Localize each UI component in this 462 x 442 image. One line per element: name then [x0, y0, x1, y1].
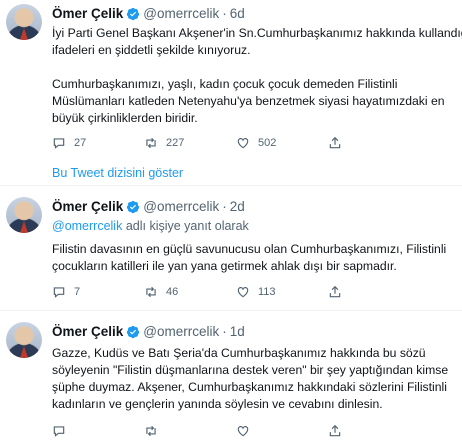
- retweet-icon: [146, 137, 156, 149]
- tweet-2[interactable]: Ömer Çelik @omerrcelik · 2d @omerrcelik …: [0, 187, 462, 311]
- author-name[interactable]: Ömer Çelik: [52, 324, 123, 339]
- verified-badge-icon: [127, 200, 140, 213]
- show-thread-link[interactable]: Bu Tweet dizisini göster: [52, 166, 183, 180]
- retweet-count: 227: [166, 137, 185, 149]
- avatar[interactable]: [6, 197, 42, 233]
- reply-icon: [53, 138, 65, 149]
- tweet-header: Ömer Çelik @omerrcelik · 1d: [52, 324, 245, 339]
- tweet-line: Gazze, Kudüs ve Batı Şeria'da Cumhurbaşk…: [52, 346, 426, 360]
- author-handle[interactable]: @omerrcelik: [143, 324, 219, 339]
- replying-to: @omerrcelik adlı kişiye yanıt olarak: [52, 219, 249, 233]
- tweet-line: büyük çirkinliklerden biridir.: [52, 111, 198, 125]
- tweet-line: kadınların ve gençlerin yanında söylesin…: [52, 397, 383, 411]
- tweet-actions: [52, 424, 350, 438]
- tweet-time[interactable]: 6d: [230, 6, 245, 21]
- like-count: 113: [258, 286, 276, 298]
- share-icon: [329, 424, 341, 437]
- tweet-line: çocukların katilleri ile yan yana getirm…: [52, 259, 397, 273]
- author-name[interactable]: Ömer Çelik: [52, 199, 123, 214]
- reply-button[interactable]: 27: [52, 136, 144, 150]
- retweet-button[interactable]: 227: [144, 136, 236, 150]
- tweet-time[interactable]: 1d: [230, 324, 245, 339]
- author-handle[interactable]: @omerrcelik: [143, 6, 219, 21]
- separator-dot: ·: [222, 199, 227, 214]
- tweet-line: ifadeleri en şiddetli şekilde kınıyoruz.: [52, 43, 251, 57]
- author-name[interactable]: Ömer Çelik: [52, 6, 123, 21]
- retweet-button[interactable]: [144, 424, 236, 438]
- replying-text: adlı kişiye yanıt olarak: [122, 219, 249, 233]
- tweet-line: Müslümanları katleden Netenyahu'ya benze…: [52, 94, 445, 108]
- share-icon: [329, 136, 341, 149]
- like-button[interactable]: 502: [236, 136, 328, 150]
- share-icon: [329, 285, 341, 298]
- tweet-line: Filistin davasının en güçlü savunucusu o…: [52, 242, 447, 256]
- like-button[interactable]: 113: [236, 285, 328, 299]
- verified-badge-icon: [127, 7, 140, 20]
- reply-button[interactable]: [52, 424, 144, 438]
- reply-icon: [53, 426, 65, 437]
- tweet-text: Filistin davasının en güçlü savunucusu o…: [52, 241, 456, 275]
- replying-mention[interactable]: @omerrcelik: [52, 219, 122, 233]
- tweet-text: İyi Parti Genel Başkanı Akşener'in Sn.Cu…: [52, 25, 462, 127]
- tweet-line: söyleyenin "Filistin düşmanlarına destek…: [52, 363, 449, 377]
- tweet-header: Ömer Çelik @omerrcelik · 6d: [52, 6, 245, 21]
- tweet-actions: 27 227 502: [52, 136, 350, 150]
- retweet-icon: [146, 286, 156, 298]
- separator-dot: ·: [222, 6, 227, 21]
- avatar[interactable]: [6, 322, 42, 358]
- retweet-button[interactable]: 46: [144, 285, 236, 299]
- retweet-icon: [146, 425, 156, 437]
- share-button[interactable]: [328, 136, 350, 150]
- tweet-header: Ömer Çelik @omerrcelik · 2d: [52, 199, 245, 214]
- like-button[interactable]: [236, 424, 328, 438]
- share-button[interactable]: [328, 285, 350, 299]
- like-count: 502: [258, 137, 277, 149]
- tweet-text: Gazze, Kudüs ve Batı Şeria'da Cumhurbaşk…: [52, 345, 456, 413]
- verified-badge-icon: [127, 325, 140, 338]
- avatar[interactable]: [6, 4, 42, 40]
- reply-icon: [53, 287, 65, 298]
- reply-count: 27: [74, 137, 87, 149]
- separator-dot: ·: [222, 324, 227, 339]
- tweet-line: şüphe duymaz. Akşener, Cumhurbaşkanımız …: [52, 380, 447, 394]
- like-icon: [237, 138, 249, 149]
- tweet-3[interactable]: Ömer Çelik @omerrcelik · 1d Gazze, Kudüs…: [0, 312, 462, 442]
- share-button[interactable]: [328, 424, 350, 438]
- tweet-line: İyi Parti Genel Başkanı Akşener'in Sn.Cu…: [52, 26, 462, 40]
- reply-button[interactable]: 7: [52, 285, 144, 299]
- tweet-1[interactable]: Ömer Çelik @omerrcelik · 6d İyi Parti Ge…: [0, 0, 462, 186]
- retweet-count: 46: [166, 286, 179, 298]
- reply-count: 7: [74, 286, 81, 298]
- tweet-line: Cumhurbaşkanımızı, yaşlı, kadın çocuk ço…: [52, 77, 398, 91]
- tweet-time[interactable]: 2d: [230, 199, 245, 214]
- author-handle[interactable]: @omerrcelik: [143, 199, 219, 214]
- tweet-actions: 7 46 113: [52, 285, 350, 299]
- like-icon: [237, 287, 249, 298]
- like-icon: [237, 426, 249, 437]
